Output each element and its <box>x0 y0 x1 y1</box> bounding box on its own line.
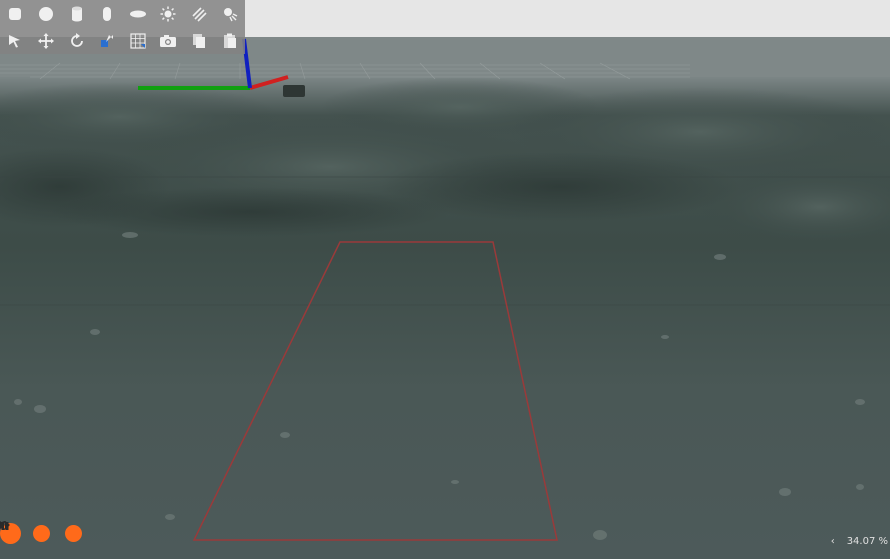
scene-toolbar <box>0 0 245 54</box>
scene-viewport[interactable]: ‹ 34.07 % <box>0 37 890 559</box>
spot-light-icon <box>223 7 238 21</box>
cylinder-shape-button[interactable] <box>61 0 92 27</box>
screenshot-button[interactable] <box>153 27 184 54</box>
ellipsoid-shape-icon <box>129 10 146 17</box>
chevron-left-icon[interactable]: ‹ <box>831 536 835 547</box>
paste-icon <box>223 33 236 48</box>
paste-button[interactable] <box>214 27 245 54</box>
capsule-shape-button[interactable] <box>92 0 123 27</box>
point-light-icon <box>160 6 176 21</box>
scale-mode-icon <box>101 34 114 47</box>
translate-mode-icon <box>37 32 54 49</box>
status-bar: ‹ 34.07 % <box>831 536 888 547</box>
reset-button[interactable] <box>0 521 82 542</box>
align-button[interactable] <box>123 27 154 54</box>
scene-render <box>0 37 890 559</box>
select-mode-icon <box>9 34 21 47</box>
mode-toolbar-row <box>0 27 245 54</box>
real-time-factor: 34.07 % <box>846 536 888 547</box>
align-icon <box>130 32 146 49</box>
spot-light-button[interactable] <box>214 0 245 27</box>
directional-light-icon <box>192 6 207 22</box>
select-mode-button[interactable] <box>0 27 31 54</box>
rotate-mode-button[interactable] <box>61 27 92 54</box>
reset-icon <box>0 521 9 530</box>
screenshot-icon <box>160 34 177 47</box>
robot-model[interactable] <box>283 85 305 97</box>
copy-button[interactable] <box>184 27 215 54</box>
ellipsoid-shape-button[interactable] <box>123 0 154 27</box>
rotate-mode-icon <box>70 32 83 47</box>
shape-toolbar-row <box>0 0 245 27</box>
sphere-shape-button[interactable] <box>31 0 62 27</box>
step-button[interactable] <box>0 521 50 542</box>
scale-mode-button[interactable] <box>92 27 123 54</box>
cylinder-shape-icon <box>71 6 82 21</box>
box-shape-button[interactable] <box>0 0 31 27</box>
copy-icon <box>193 33 206 48</box>
capsule-shape-icon <box>103 6 112 21</box>
point-light-button[interactable] <box>153 0 184 27</box>
sphere-shape-icon <box>38 6 53 21</box>
box-shape-icon <box>9 7 22 20</box>
directional-light-button[interactable] <box>184 0 215 27</box>
translate-mode-button[interactable] <box>31 27 62 54</box>
simulation-controls <box>0 521 82 545</box>
